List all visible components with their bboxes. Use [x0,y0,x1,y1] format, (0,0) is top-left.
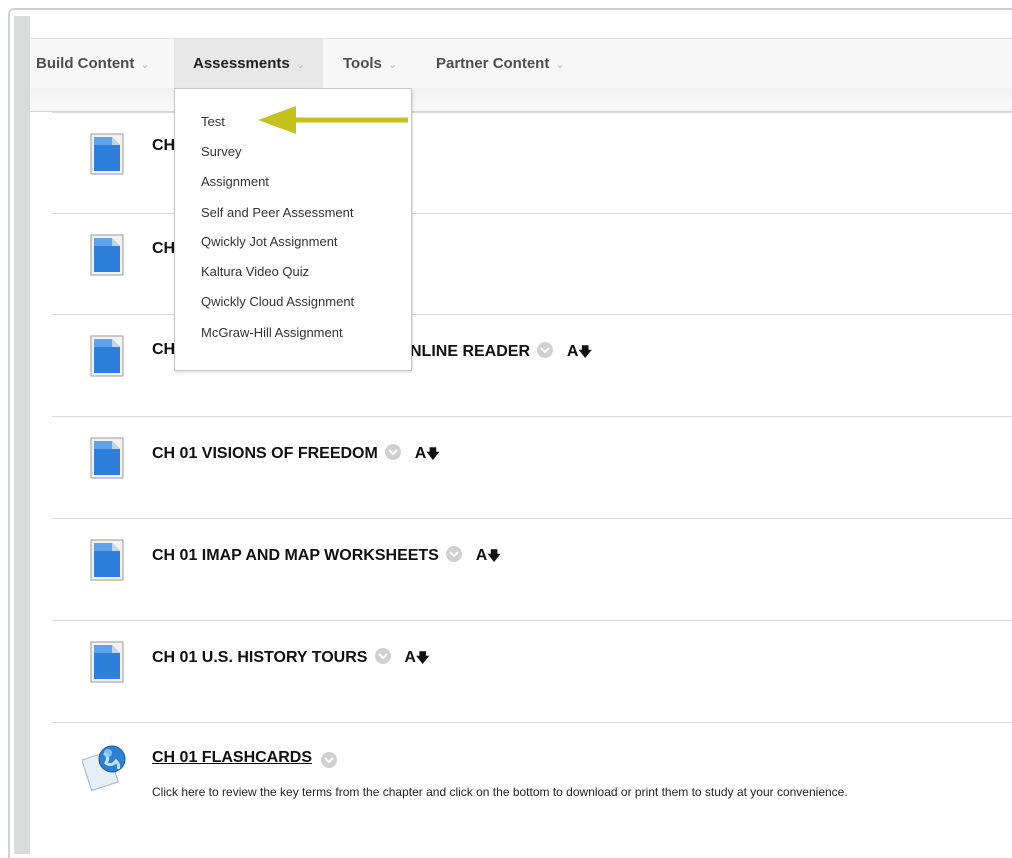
menu-item-self-peer-assessment[interactable]: Self and Peer Assessment [201,205,353,220]
content-item: CH 01 U.S. HISTORY TOURS A🡇 [52,620,1012,722]
content-item: CH 01 FLASHCARDS Click here to review th… [52,722,1012,854]
options-chevron-icon[interactable] [320,751,338,769]
menu-item-qwickly-cloud-assignment[interactable]: Qwickly Cloud Assignment [201,294,354,309]
content-item-title[interactable]: CH [152,341,175,359]
flashcards-link-group[interactable]: CH 01 FLASHCARDS [152,749,312,767]
chevron-down-icon: ⌄ [140,59,150,71]
content-item-title-group[interactable]: CH 01 VISIONS OF FREEDOM A🡇 [152,443,440,467]
menu-item-assignment[interactable]: Assignment [201,174,269,189]
content-item-title-group[interactable]: CH 01 IMAP AND MAP WORKSHEETS A🡇 [152,545,501,569]
tools-menu[interactable]: Tools ⌄ [343,39,397,89]
document-icon [90,133,124,175]
menu-item-survey[interactable]: Survey [201,144,241,159]
assessments-menu[interactable]: Assessments ⌄ [174,39,323,89]
partner-content-menu[interactable]: Partner Content ⌄ [436,39,565,89]
partner-content-label: Partner Content [436,55,550,72]
content-item-title[interactable]: CH [152,240,175,258]
menu-item-mcgraw-hill-assignment[interactable]: McGraw-Hill Assignment [201,325,343,340]
content-item-title-group[interactable]: CH 01 U.S. HISTORY TOURS A🡇 [152,647,429,671]
content-item-title-tail[interactable]: NLINE READER A🡇 [410,341,592,365]
menu-item-qwickly-jot-assignment[interactable]: Qwickly Jot Assignment [201,234,338,249]
content-item-title: CH 01 VISIONS OF FREEDOM [152,445,378,462]
options-chevron-icon[interactable] [384,443,402,461]
document-icon [90,335,124,377]
pointer-arrow-icon [258,106,408,134]
document-icon [90,641,124,683]
content-item-title[interactable]: CH [152,137,175,155]
document-icon [90,437,124,479]
content-item-description: Click here to review the key terms from … [152,785,848,799]
adaptive-release-icon[interactable]: A🡇 [404,649,429,666]
menu-item-test[interactable]: Test [201,114,225,129]
web-link-icon [82,745,126,791]
content-item: CH 01 VISIONS OF FREEDOM A🡇 [52,416,1012,518]
left-scrollbar[interactable] [14,16,30,854]
assessments-label: Assessments [193,55,290,72]
chevron-down-icon: ⌄ [555,59,565,71]
content-item-title-tail-text: NLINE READER [410,343,531,360]
menu-item-kaltura-video-quiz[interactable]: Kaltura Video Quiz [201,264,309,279]
options-chevron-icon[interactable] [374,647,392,665]
adaptive-release-icon[interactable]: A🡇 [567,343,592,360]
document-icon [90,539,124,581]
build-content-menu[interactable]: Build Content ⌄ [36,39,150,89]
content-item-title: CH 01 FLASHCARDS [152,749,313,766]
adaptive-release-icon[interactable]: A🡇 [415,445,440,462]
tools-label: Tools [343,55,382,72]
action-bar: Build Content ⌄ Assessments ⌄ Tools ⌄ Partn… [30,38,1012,89]
adaptive-release-icon[interactable]: A🡇 [476,547,501,564]
build-content-label: Build Content [36,55,135,72]
document-icon [90,234,124,276]
options-chevron-icon[interactable] [445,545,463,563]
chevron-down-icon: ⌄ [295,59,305,71]
content-item: CH 01 IMAP AND MAP WORKSHEETS A🡇 [52,518,1012,620]
options-chevron-icon[interactable] [536,341,554,359]
chevron-down-icon: ⌄ [387,59,398,71]
content-item-title: CH 01 IMAP AND MAP WORKSHEETS [152,547,439,564]
content-item-title: CH 01 U.S. HISTORY TOURS [152,649,368,666]
